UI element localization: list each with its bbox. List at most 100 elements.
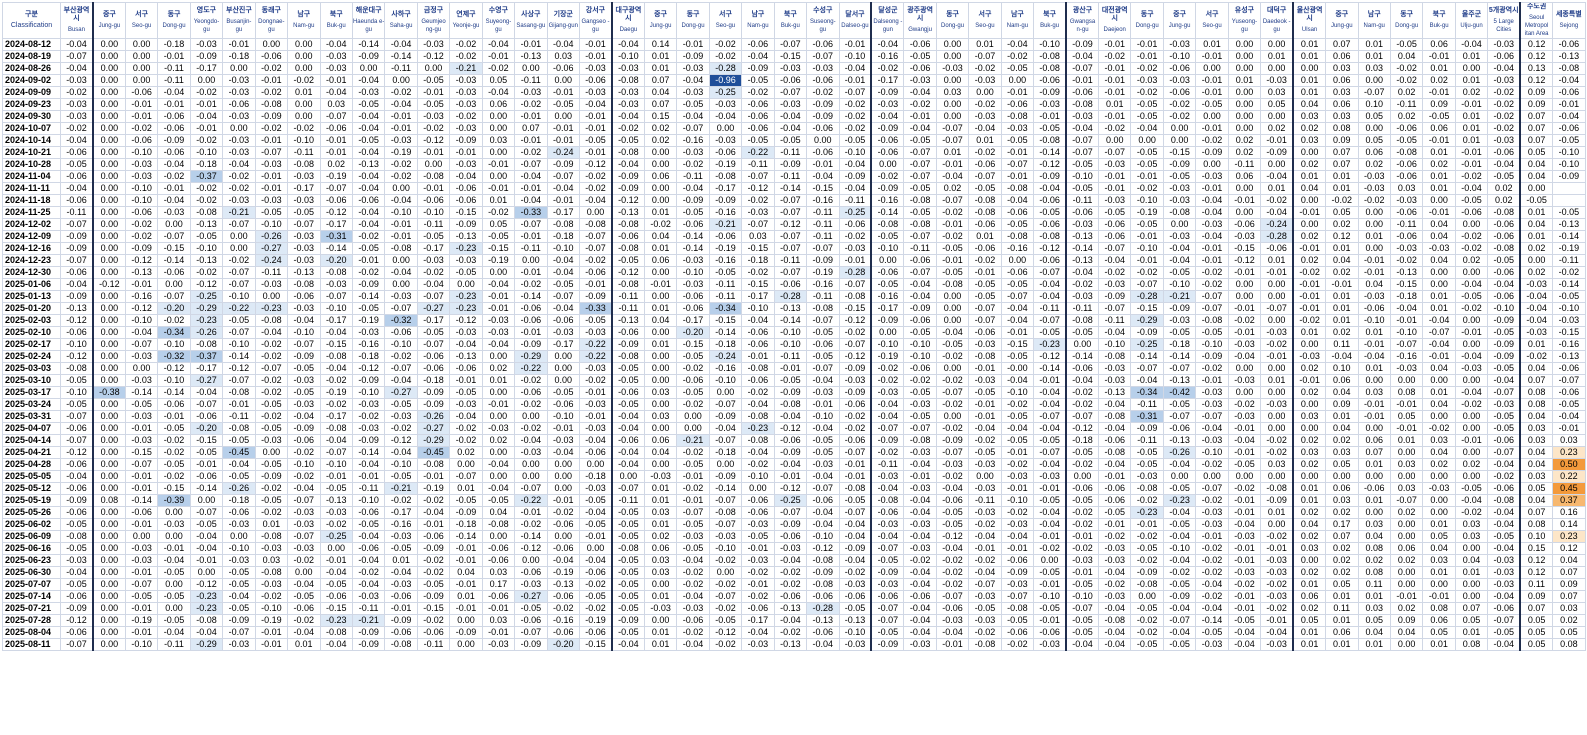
table-cell: -0.06 bbox=[806, 38, 840, 51]
table-cell: 0.01 bbox=[643, 50, 678, 63]
table-cell: -0.03 bbox=[870, 98, 905, 111]
table-cell: -0.15 bbox=[838, 302, 872, 315]
table-cell: -0.34 bbox=[708, 302, 743, 315]
table-cell: -0.05 bbox=[1033, 326, 1067, 339]
table-cell: -0.02 bbox=[1260, 530, 1294, 543]
table-row: 2024-11-04 -0.06 0.00 -0.03 -0.02 -0.37 -0.02-… bbox=[2, 170, 1586, 183]
table-cell: -0.04 bbox=[1519, 302, 1554, 315]
table-cell: 0.00 bbox=[1195, 470, 1229, 483]
table-cell: 0.00 bbox=[643, 398, 678, 411]
table-cell: -0.06 bbox=[578, 626, 613, 639]
table-cell: 0.07 bbox=[1519, 374, 1554, 387]
table-cell: -0.06 bbox=[1097, 230, 1132, 243]
table-cell: -0.01 bbox=[806, 158, 840, 171]
table-cell: -0.09 bbox=[222, 614, 256, 627]
table-cell: -0.08 bbox=[741, 434, 775, 447]
table-cell: -0.03 bbox=[1195, 506, 1229, 519]
table-cell: -0.05 bbox=[610, 518, 645, 531]
table-cell: -0.16 bbox=[708, 362, 743, 375]
table-cell: 0.07 bbox=[1325, 38, 1359, 51]
table-cell: -0.02 bbox=[1097, 50, 1132, 63]
table-cell: -0.04 bbox=[189, 626, 224, 639]
table-cell: -0.02 bbox=[59, 122, 94, 135]
table-cell: -0.07 bbox=[59, 410, 94, 423]
table-cell: -0.13 bbox=[514, 50, 548, 63]
table-cell: 0.01 bbox=[449, 590, 483, 603]
table-cell: -0.04 bbox=[1065, 122, 1100, 135]
table-cell: -0.02 bbox=[1227, 578, 1262, 591]
table-cell: -0.04 bbox=[1162, 242, 1197, 255]
table-cell: -0.09 bbox=[546, 158, 581, 171]
table-cell: -0.09 bbox=[351, 374, 386, 387]
column-header-ko: 중구 bbox=[654, 11, 668, 18]
table-cell: -0.10 bbox=[806, 530, 840, 543]
table-cell: 0.00 bbox=[741, 482, 775, 495]
table-cell: 0.00 bbox=[578, 458, 613, 471]
table-cell: -0.17 bbox=[319, 410, 353, 423]
table-cell: -0.05 bbox=[222, 434, 256, 447]
table-cell: 0.00 bbox=[1422, 506, 1456, 519]
table-cell: -0.06 bbox=[222, 98, 256, 111]
table-cell: -0.09 bbox=[870, 434, 905, 447]
table-cell: -0.07 bbox=[287, 494, 321, 507]
table-cell: -0.08 bbox=[481, 518, 516, 531]
table-cell: -0.01 bbox=[1000, 446, 1035, 459]
table-cell: -0.07 bbox=[806, 242, 840, 255]
table-cell: -0.03 bbox=[222, 74, 256, 87]
table-cell: 0.00 bbox=[1422, 194, 1456, 207]
table-cell: -0.02 bbox=[1195, 458, 1229, 471]
table-cell: -0.14 bbox=[1162, 350, 1197, 363]
table-cell: -0.04 bbox=[1487, 542, 1521, 555]
table-cell: -0.04 bbox=[806, 170, 840, 183]
table-cell: -0.09 bbox=[708, 410, 743, 423]
column-header: 남구 Nam-gu bbox=[741, 2, 775, 39]
table-cell: -0.03 bbox=[968, 614, 1002, 627]
table-cell: -0.04 bbox=[1097, 638, 1132, 651]
table-cell: 0.01 bbox=[968, 230, 1002, 243]
table-cell: -0.03 bbox=[124, 374, 159, 387]
table-cell: -0.03 bbox=[222, 134, 256, 147]
table-cell: 0.05 bbox=[1552, 626, 1586, 639]
table-cell: -0.45 bbox=[416, 446, 451, 459]
table-cell: 0.01 bbox=[1292, 638, 1327, 651]
table-cell: -0.02 bbox=[189, 266, 224, 279]
table-cell: -0.04 bbox=[351, 170, 386, 183]
table-cell: -0.02 bbox=[1000, 458, 1035, 471]
table-cell: 0.00 bbox=[1260, 110, 1294, 123]
table-cell: -0.07 bbox=[254, 362, 289, 375]
table-cell: -0.07 bbox=[773, 86, 808, 99]
table-cell: -0.27 bbox=[384, 386, 418, 399]
table-cell: -0.05 bbox=[806, 446, 840, 459]
table-cell: 0.07 bbox=[514, 122, 548, 135]
table-row: 2024-10-14 -0.04 0.00 -0.06 -0.09 -0.02 -0.03-… bbox=[2, 134, 1586, 147]
table-cell: -0.08 bbox=[1033, 62, 1067, 75]
table-cell: -0.03 bbox=[254, 194, 289, 207]
row-date: 2024-12-30 bbox=[2, 266, 61, 279]
table-cell: -0.01 bbox=[935, 158, 970, 171]
table-cell: -0.01 bbox=[254, 182, 289, 195]
table-cell: -0.16 bbox=[870, 50, 905, 63]
table-cell: -0.05 bbox=[319, 578, 353, 591]
table-cell: -0.09 bbox=[1000, 566, 1035, 579]
table-cell: -0.25 bbox=[189, 290, 224, 303]
table-cell: -0.05 bbox=[189, 446, 224, 459]
table-cell: -0.05 bbox=[1162, 578, 1197, 591]
table-cell: -0.04 bbox=[222, 458, 256, 471]
table-cell: -0.05 bbox=[610, 374, 645, 387]
table-cell: -0.10 bbox=[1389, 326, 1424, 339]
table-cell: -0.06 bbox=[676, 614, 710, 627]
table-cell: -0.03 bbox=[449, 122, 483, 135]
table-cell: -0.01 bbox=[643, 278, 678, 291]
table-cell: -0.08 bbox=[903, 218, 937, 231]
table-cell: -0.09 bbox=[1195, 146, 1229, 159]
table-cell: -0.09 bbox=[254, 470, 289, 483]
table-cell: -0.33 bbox=[578, 302, 613, 315]
table-cell: 0.00 bbox=[1260, 290, 1294, 303]
table-cell: -0.10 bbox=[1162, 542, 1197, 555]
table-cell: -0.04 bbox=[806, 374, 840, 387]
table-cell: -0.03 bbox=[838, 374, 872, 387]
table-row: 2024-09-23 -0.03 0.00 -0.01 -0.01 -0.01 -0.06-… bbox=[2, 98, 1586, 111]
table-cell: -0.10 bbox=[287, 134, 321, 147]
table-cell: -0.02 bbox=[416, 494, 451, 507]
table-cell: -0.07 bbox=[319, 446, 353, 459]
